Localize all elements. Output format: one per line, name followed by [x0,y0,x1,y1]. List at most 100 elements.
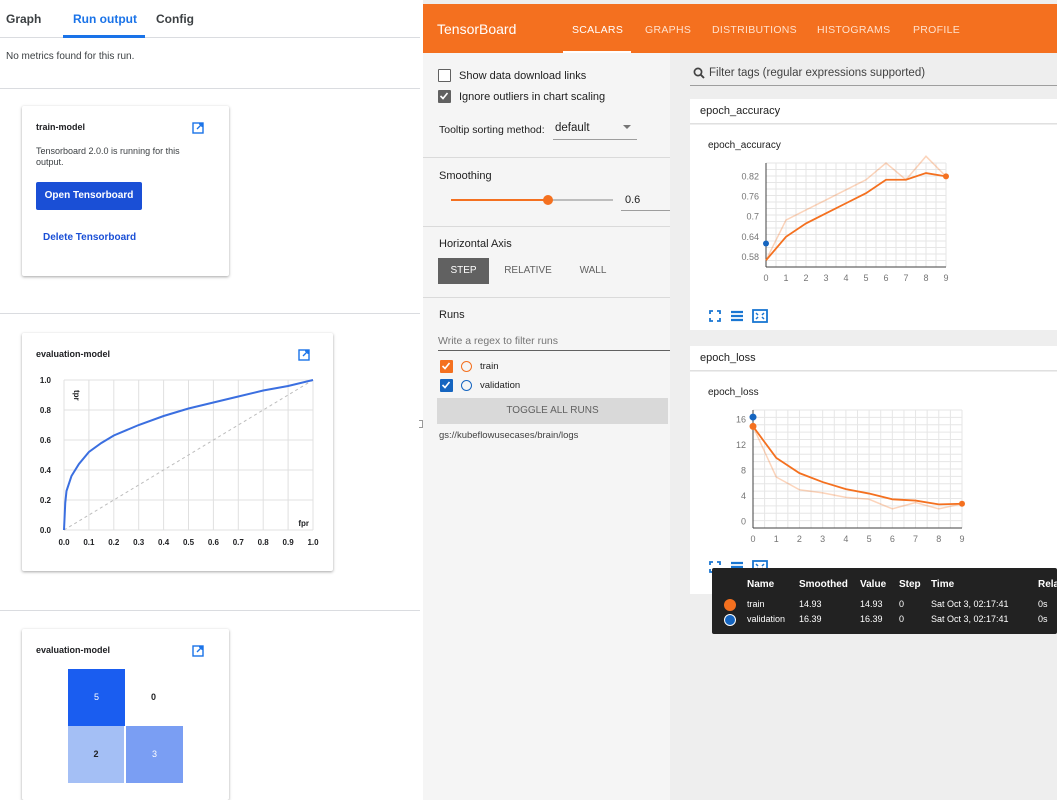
chart-title: epoch_loss [708,387,759,398]
tab-graph[interactable]: Graph [6,12,41,26]
chart-card-accuracy: epoch_accuracy 0 1 2 3 4 5 6 7 8 9 0.58 0.64 0.7 0.76… [690,125,1057,330]
x-tick-label: 9 [959,534,964,544]
tooltip-header-step: Step [899,579,921,590]
axis-wall-button[interactable]: WALL [568,258,618,284]
x-tick-label: 1.0 [307,538,319,547]
open-external-icon[interactable] [192,645,204,657]
run-validation-checkbox[interactable] [440,379,453,392]
matrix-cell: 3 [126,726,183,783]
x-tick-label: 8 [936,534,941,544]
x-tick-label: 0 [763,273,768,283]
tab-config[interactable]: Config [156,12,194,26]
run-validation-label: validation [480,380,521,391]
run-validation-color-icon[interactable] [461,380,472,391]
kubeflow-run-panel: Graph Run output Config No metrics found… [0,0,420,800]
delete-tensorboard-link[interactable]: Delete Tensorboard [43,232,136,243]
x-tick-label: 6 [890,534,895,544]
fullscreen-icon[interactable] [708,309,722,323]
matrix-cell: 2 [68,726,125,783]
tooltip-row-time: Sat Oct 3, 02:17:41 [931,599,1009,609]
x-tick-label: 1 [774,534,779,544]
y-tick-label: 0.0 [40,526,52,535]
open-tensorboard-button[interactable]: Open Tensorboard [36,182,142,210]
smoothing-input[interactable]: 0.6 [621,189,670,211]
runs-filter-input[interactable]: Write a regex to filter runs [438,331,670,351]
matrix-cell: 0 [125,669,182,726]
chart-tooltip: Name Smoothed Value Step Time Relativ tr… [712,568,1057,634]
accuracy-chart: 0 1 2 3 4 5 6 7 8 9 0.58 0.64 0.7 0.76 0.82 [741,155,949,283]
x-tick-label: 4 [843,534,848,544]
y-tick-label: 0.7 [746,212,759,222]
x-tick-label: 0.8 [258,538,270,547]
x-tick-label: 0.3 [133,538,145,547]
show-download-checkbox[interactable] [438,69,451,82]
x-tick-label: 3 [820,534,825,544]
tooltip-row-value: 14.93 [860,599,883,609]
fit-domain-icon[interactable] [752,309,768,323]
nav-distributions[interactable]: DISTRIBUTIONS [712,24,797,36]
search-icon [693,67,705,79]
validation-point [763,240,769,247]
tag-filter-input[interactable]: Filter tags (regular expressions support… [690,62,1057,86]
chart-card-loss: epoch_loss 0 1 2 3 4 5 6 7 8 9 0 4 8 12 16 [690,372,1057,594]
run-tabs: Graph Run output Config [0,0,420,38]
open-external-icon[interactable] [192,122,204,134]
section-epoch-loss[interactable]: epoch_loss [690,346,1057,371]
divider [0,313,420,314]
train-end-point [943,173,949,180]
tooltip-header-name: Name [747,579,775,590]
smoothing-slider[interactable] [451,195,613,205]
nav-scalars[interactable]: SCALARS [572,24,623,36]
ignore-outliers-checkbox[interactable] [438,90,451,103]
x-tick-label: 7 [903,273,908,283]
run-train-color-icon[interactable] [461,361,472,372]
train-end-point [959,500,965,507]
nav-histograms[interactable]: HISTOGRAMS [817,24,890,36]
tooltip-row-step: 0 [899,614,905,624]
tensorboard-header: TensorBoard SCALARS GRAPHS DISTRIBUTIONS… [423,4,1057,53]
divider [423,226,670,227]
tooltip-row-step: 0 [899,599,905,609]
smoothing-value: 0.6 [625,194,641,206]
nav-profile[interactable]: PROFILE [913,24,960,36]
y-tick-label: 12 [736,440,746,450]
open-external-icon[interactable] [298,349,310,361]
tooltip-sorting-select[interactable]: default [553,118,637,140]
x-tick-label: 0.9 [283,538,295,547]
x-tick-label: 0.4 [158,538,170,547]
toggle-all-runs-button[interactable]: TOGGLE ALL RUNS [437,398,668,424]
divider [0,88,420,89]
y-tick-label: 16 [736,415,746,425]
section-epoch-accuracy[interactable]: epoch_accuracy [690,99,1057,124]
run-train-checkbox[interactable] [440,360,453,373]
x-tick-label: 3 [823,273,828,283]
y-tick-label: 0.58 [741,252,759,262]
axis-relative-button[interactable]: RELATIVE [495,258,561,284]
tab-run-output[interactable]: Run output [73,12,137,26]
nav-graphs[interactable]: GRAPHS [645,24,691,36]
run-train-label: train [480,361,499,372]
x-axis-label: fpr [298,519,309,528]
active-tab-indicator [63,35,145,38]
tooltip-row-time: Sat Oct 3, 02:17:41 [931,614,1009,624]
x-tick-label: 0 [750,534,755,544]
card-title: evaluation-model [36,645,111,655]
tooltip-row-smoothed: 14.93 [799,599,822,609]
matrix-cell: 5 [68,669,125,726]
x-tick-label: 5 [863,273,868,283]
x-tick-label: 2 [803,273,808,283]
x-tick-label: 0.1 [83,538,95,547]
toggle-log-scale-icon[interactable] [730,309,744,323]
confusion-matrix-card: evaluation-model 5 0 2 3 [22,629,229,800]
tooltip-header-time: Time [931,579,955,590]
ignore-outliers-label: Ignore outliers in chart scaling [459,91,606,103]
axis-step-button[interactable]: STEP [438,258,489,284]
smoothing-slider-knob[interactable] [543,195,554,205]
chart-title: epoch_accuracy [708,140,781,151]
x-tick-label: 7 [913,534,918,544]
tooltip-header-value: Value [860,579,887,590]
x-tick-label: 8 [923,273,928,283]
smoothing-label: Smoothing [439,170,492,182]
x-tick-label: 9 [943,273,948,283]
validation-hover-point [749,413,757,421]
